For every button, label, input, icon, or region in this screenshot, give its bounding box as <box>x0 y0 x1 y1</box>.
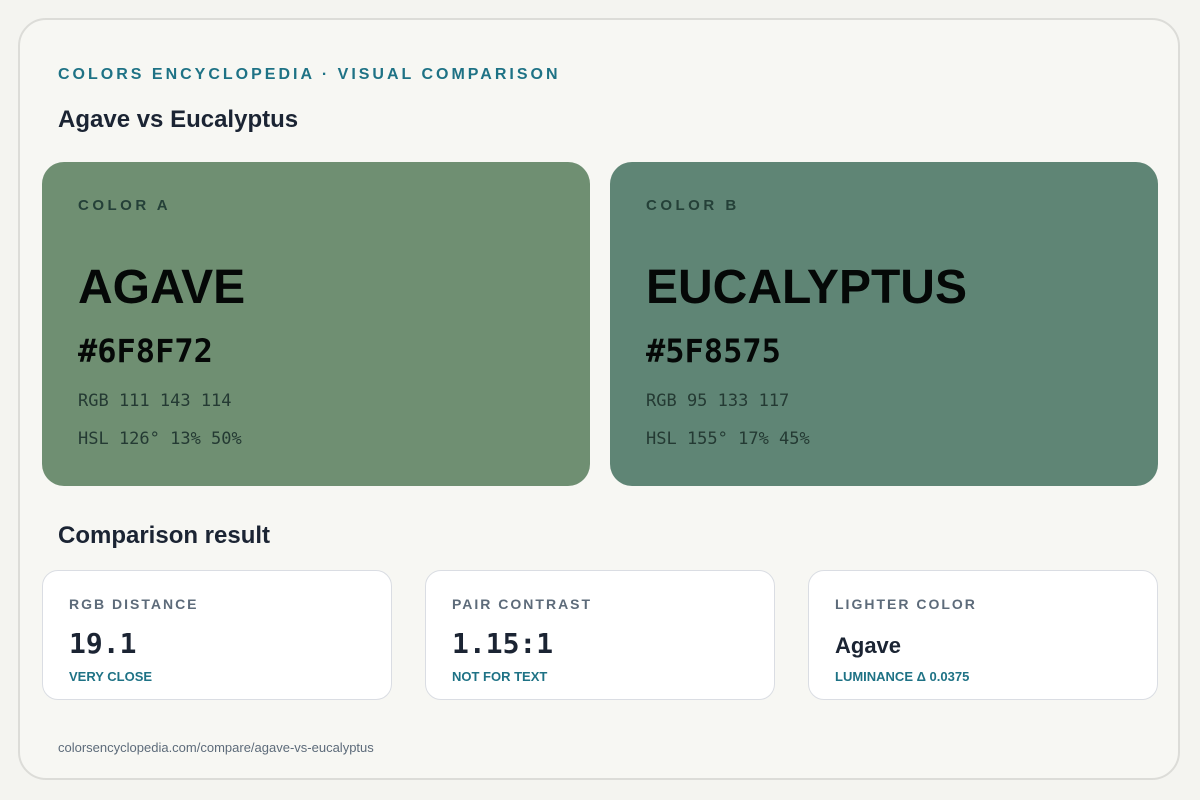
pair-contrast-note: NOT FOR TEXT <box>452 669 548 684</box>
color-b-hsl: HSL 155° 17% 45% <box>646 429 810 449</box>
page-eyebrow: COLORS ENCYCLOPEDIA · VISUAL COMPARISON <box>58 66 561 83</box>
color-a-hex: #6F8F72 <box>78 332 213 370</box>
color-b-swatch: COLOR B EUCALYPTUS #5F8575 RGB 95 133 11… <box>610 162 1158 486</box>
lighter-color-note: LUMINANCE Δ 0.0375 <box>835 669 970 684</box>
lighter-color-card: LIGHTER COLOR Agave LUMINANCE Δ 0.0375 <box>808 570 1158 700</box>
lighter-color-value: Agave <box>835 633 902 658</box>
comparison-title: Comparison result <box>58 522 271 549</box>
color-b-name: EUCALYPTUS <box>646 261 967 314</box>
pair-contrast-label: PAIR CONTRAST <box>452 596 593 612</box>
pair-contrast-card: PAIR CONTRAST 1.15:1 NOT FOR TEXT <box>425 570 775 700</box>
color-b-rgb: RGB 95 133 117 <box>646 391 790 411</box>
source-url[interactable]: colorsencyclopedia.com/compare/agave-vs-… <box>58 740 374 755</box>
color-a-label: COLOR A <box>78 197 172 214</box>
color-b-hex: #5F8575 <box>646 332 781 370</box>
rgb-distance-value: 19.1 <box>69 627 137 660</box>
page-title: Agave vs Eucalyptus <box>58 106 299 133</box>
pair-contrast-value: 1.15:1 <box>452 627 554 660</box>
color-a-rgb: RGB 111 143 114 <box>78 391 232 411</box>
rgb-distance-label: RGB DISTANCE <box>69 596 199 612</box>
color-a-swatch: COLOR A AGAVE #6F8F72 RGB 111 143 114 HS… <box>42 162 590 486</box>
rgb-distance-note: VERY CLOSE <box>69 669 153 684</box>
color-b-label: COLOR B <box>646 197 740 214</box>
lighter-color-label: LIGHTER COLOR <box>835 596 977 612</box>
color-a-name: AGAVE <box>78 261 246 314</box>
color-a-hsl: HSL 126° 13% 50% <box>78 429 242 449</box>
rgb-distance-card: RGB DISTANCE 19.1 VERY CLOSE <box>42 570 392 700</box>
